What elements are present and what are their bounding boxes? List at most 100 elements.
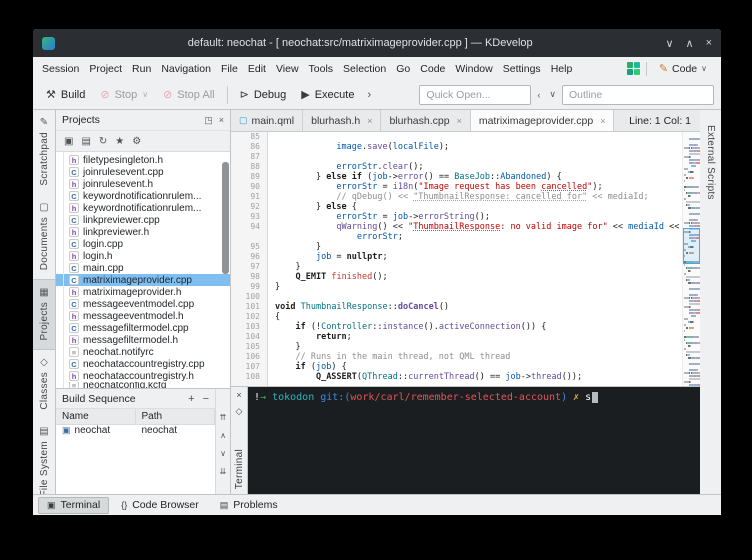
minimap-viewport[interactable]: [683, 228, 700, 264]
quick-open-input[interactable]: [419, 85, 531, 105]
stop-button[interactable]: ⊘ Stop ∨: [94, 84, 154, 105]
panel-close-icon[interactable]: ×: [219, 115, 224, 125]
menu-item-help[interactable]: Help: [546, 60, 578, 78]
code-text[interactable]: } else if (job->error() == BaseJob::Aban…: [267, 172, 562, 182]
quickopen-dropdown-icon[interactable]: ∨: [546, 87, 559, 102]
editor-tab-main-qml[interactable]: ▢main.qml: [231, 110, 303, 131]
file-tree-item[interactable]: ≡neochat.notifyrc: [56, 346, 230, 358]
menu-item-selection[interactable]: Selection: [338, 60, 391, 78]
tab-close-icon[interactable]: ×: [367, 116, 372, 126]
code-text[interactable]: errorStr = job->errorString();: [267, 212, 490, 222]
file-tree-item[interactable]: ≡neochatconfig.kcfg: [56, 382, 230, 388]
file-tree-item[interactable]: Cmatriximageprovider.cpp: [56, 274, 230, 286]
code-text[interactable]: errorStr.clear();: [267, 162, 423, 172]
file-tree-item[interactable]: hlinkpreviewer.h: [56, 226, 230, 238]
file-tree-item[interactable]: hjoinrulesevent.h: [56, 178, 230, 190]
terminal-close-icon[interactable]: ×: [236, 390, 241, 400]
code-text[interactable]: // qDebug() << "ThumbnailResponse: cance…: [267, 192, 649, 202]
editor-tab-blurhash-h[interactable]: blurhash.h×: [303, 110, 381, 131]
code-text[interactable]: image.save(localFile);: [267, 142, 449, 152]
build-button[interactable]: ⚒ Build: [40, 84, 91, 105]
outline-input[interactable]: [562, 85, 714, 105]
toolbar-overflow-icon[interactable]: ›: [363, 89, 375, 101]
menu-item-edit[interactable]: Edit: [243, 60, 271, 78]
file-tree-item[interactable]: hlogin.h: [56, 250, 230, 262]
file-tree-item[interactable]: Cmain.cpp: [56, 262, 230, 274]
code-text[interactable]: }: [267, 342, 301, 352]
menu-item-tools[interactable]: Tools: [304, 60, 339, 78]
dock-tab-classes[interactable]: ◇Classes: [33, 350, 55, 419]
quickopen-back-icon[interactable]: ‹: [534, 88, 543, 102]
dock-tab-file-system[interactable]: ▤File System: [33, 419, 55, 494]
code-text[interactable]: {: [267, 312, 280, 322]
panel-float-icon[interactable]: ◳: [204, 115, 213, 126]
statusbar-terminal[interactable]: ▣Terminal: [38, 497, 109, 514]
column-header-path[interactable]: Path: [136, 409, 216, 424]
file-tree-item[interactable]: Clinkpreviewer.cpp: [56, 214, 230, 226]
file-tree-item[interactable]: Ckeywordnotificationrulem...: [56, 190, 230, 202]
statusbar-problems[interactable]: ▤Problems: [211, 497, 287, 514]
close-icon[interactable]: ×: [706, 37, 712, 50]
code-text[interactable]: return;: [267, 332, 352, 342]
execute-button[interactable]: ▶ Execute: [295, 84, 360, 105]
menu-item-project[interactable]: Project: [84, 60, 127, 78]
code-text[interactable]: [267, 292, 275, 302]
code-text[interactable]: Q_EMIT finished();: [267, 272, 388, 282]
column-header-name[interactable]: Name: [56, 409, 136, 424]
titlebar[interactable]: default: neochat - [ neochat:src/matrixi…: [33, 29, 721, 57]
code-text[interactable]: [267, 152, 275, 162]
terminal-output[interactable]: !→ tokodon git:(work/carl/remember-selec…: [248, 387, 700, 494]
move-bottom-button[interactable]: ⇊: [220, 467, 227, 476]
file-tree-item[interactable]: Cmessagefiltermodel.cpp: [56, 322, 230, 334]
code-text[interactable]: Q_ASSERT(QThread::currentThread() == job…: [267, 372, 582, 382]
file-tree-item[interactable]: hmatriximageprovider.h: [56, 286, 230, 298]
tool-list-icon[interactable]: ▤: [81, 136, 90, 147]
tool-config-icon[interactable]: ⚙: [132, 136, 141, 147]
tab-close-icon[interactable]: ×: [457, 116, 462, 126]
code-text[interactable]: } else {: [267, 202, 357, 212]
menu-item-session[interactable]: Session: [37, 60, 84, 78]
remove-button[interactable]: −: [203, 393, 209, 405]
tab-close-icon[interactable]: ×: [600, 116, 605, 126]
tree-scrollbar[interactable]: [222, 162, 229, 274]
code-text[interactable]: void ThumbnailResponse::doCancel(): [267, 302, 449, 312]
menu-item-code[interactable]: Code: [415, 60, 450, 78]
file-tree-item[interactable]: Cmessageeventmodel.cpp: [56, 298, 230, 310]
move-top-button[interactable]: ⇈: [220, 413, 227, 422]
code-text[interactable]: errorStr = i18n("Image request has been …: [267, 182, 603, 192]
file-tree-item[interactable]: hneochataccountregistry.h: [56, 370, 230, 382]
add-button[interactable]: +: [188, 393, 194, 405]
dock-tab-external-scripts[interactable]: External Scripts: [700, 110, 721, 209]
file-tree-item[interactable]: hmessageeventmodel.h: [56, 310, 230, 322]
tool-star-icon[interactable]: ★: [115, 136, 124, 147]
code-text[interactable]: errorStr;: [267, 232, 403, 242]
dock-tab-scratchpad[interactable]: ✎Scratchpad: [33, 110, 55, 195]
dock-tab-projects[interactable]: ▦Projects: [33, 279, 55, 351]
dock-tab-documents[interactable]: ▢Documents: [33, 195, 55, 279]
file-tree-item[interactable]: Clogin.cpp: [56, 238, 230, 250]
move-up-button[interactable]: ∧: [220, 431, 226, 440]
code-text[interactable]: // Runs in the main thread, not QML thre…: [267, 352, 510, 362]
minimize-icon[interactable]: ∨: [665, 37, 673, 50]
menu-item-window[interactable]: Window: [450, 60, 497, 78]
debug-button[interactable]: ⊳ Debug: [234, 84, 293, 105]
code-text[interactable]: }: [267, 242, 321, 252]
code-text[interactable]: if (!Controller::instance().activeConnec…: [267, 322, 546, 332]
code-view[interactable]: 8586 image.save(localFile);8788 errorStr…: [231, 132, 682, 386]
terminal-diamond-icon[interactable]: ◇: [236, 406, 243, 417]
stop-all-button[interactable]: ⊘ Stop All: [157, 84, 221, 105]
sessions-grid-icon[interactable]: [627, 62, 640, 75]
file-tree-item[interactable]: hfiletypesingleton.h: [56, 154, 230, 166]
area-switcher-button[interactable]: ✎ Code ∨: [653, 60, 713, 77]
file-tree-item[interactable]: hkeywordnotificationrulem...: [56, 202, 230, 214]
file-tree-item[interactable]: Cneochataccountregistry.cpp: [56, 358, 230, 370]
editor-tab-blurhash-cpp[interactable]: blurhash.cpp×: [381, 110, 470, 131]
file-tree-item[interactable]: Cjoinrulesevent.cpp: [56, 166, 230, 178]
menu-item-run[interactable]: Run: [127, 60, 156, 78]
tool-reload-icon[interactable]: ↻: [99, 136, 107, 147]
statusbar-code-browser[interactable]: {}Code Browser: [112, 497, 208, 514]
move-down-button[interactable]: ∨: [220, 449, 226, 458]
menu-item-go[interactable]: Go: [391, 60, 415, 78]
file-tree-item[interactable]: hmessagefiltermodel.h: [56, 334, 230, 346]
code-text[interactable]: [267, 132, 275, 142]
